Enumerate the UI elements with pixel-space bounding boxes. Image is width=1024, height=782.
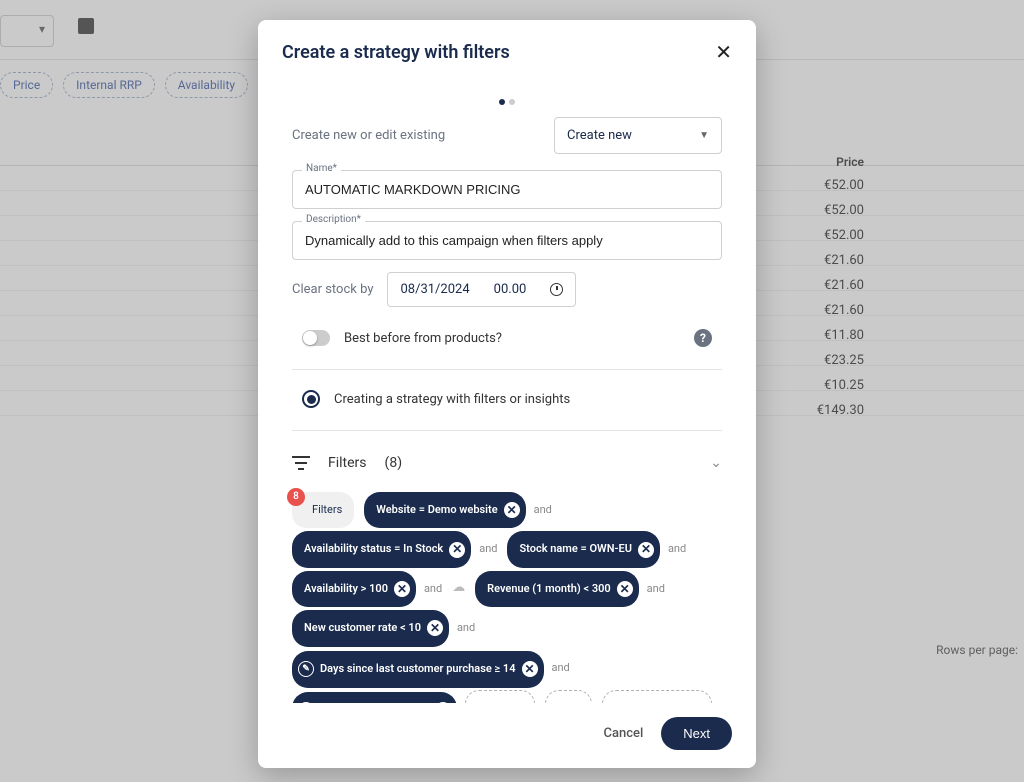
filter-chip-new-customer[interactable]: New customer rate < 10 ✕	[292, 610, 449, 646]
create-or-edit-label: Create new or edit existing	[292, 128, 445, 143]
filter-chip-run-rate[interactable]: ✎ Run rate in days ≥ 120 ✕	[292, 692, 457, 703]
filter-chip-website[interactable]: Website = Demo website ✕	[364, 492, 525, 528]
clear-stock-label: Clear stock by	[292, 282, 373, 297]
and-label: and	[647, 582, 665, 595]
remove-icon[interactable]: ✕	[427, 620, 443, 636]
description-field-label: Description*	[302, 214, 365, 225]
remove-icon[interactable]: ✕	[638, 542, 654, 558]
filter-count-badge: 8	[287, 488, 305, 506]
radio-strategy-label: Creating a strategy with filters or insi…	[334, 392, 570, 407]
and-label: and	[479, 542, 497, 555]
radio-strategy-filters[interactable]	[302, 390, 320, 408]
chevron-down-icon: ⌄	[710, 455, 722, 471]
add-filter-ean[interactable]: EAN	[545, 690, 592, 703]
filters-accordion-toggle[interactable]: Filters (8) ⌄	[292, 445, 722, 481]
filter-chip-revenue[interactable]: Revenue (1 month) < 300 ✕	[475, 571, 639, 607]
chevron-down-icon: ▼	[699, 130, 709, 141]
next-button[interactable]: Next	[661, 717, 732, 750]
filter-chip-stock-name[interactable]: Stock name = OWN-EU ✕	[507, 531, 660, 567]
name-input[interactable]	[292, 170, 722, 209]
filters-count: (8)	[385, 455, 403, 471]
name-field-label: Name*	[302, 163, 341, 174]
best-before-toggle[interactable]	[302, 330, 330, 346]
edit-icon[interactable]: ✎	[298, 661, 314, 677]
clear-stock-datetime[interactable]: 08/31/2024 00.00	[387, 272, 576, 307]
and-label: and	[534, 503, 552, 516]
modal-title: Create a strategy with filters	[282, 42, 510, 63]
create-strategy-modal: Create a strategy with filters ✕ Create …	[258, 20, 756, 768]
cloud-icon: ☁	[452, 572, 465, 603]
filters-title: Filters	[328, 455, 367, 471]
clock-icon	[550, 283, 563, 296]
and-label: and	[457, 621, 475, 634]
remove-icon[interactable]: ✕	[449, 542, 465, 558]
filters-badge-button[interactable]: 8 Filters	[292, 492, 354, 528]
and-label: and	[668, 542, 686, 555]
date-value: 08/31/2024	[400, 282, 469, 297]
add-filter-margin-target[interactable]: Margin target (%)	[602, 690, 712, 703]
best-before-label: Best before from products?	[344, 331, 502, 346]
step-indicator	[258, 72, 756, 117]
time-value: 00.00	[494, 282, 527, 297]
and-label: and	[551, 661, 569, 674]
and-label: and	[424, 582, 442, 595]
filter-chip-days-since[interactable]: ✎ Days since last customer purchase ≥ 14…	[292, 651, 544, 687]
create-new-select[interactable]: Create new ▼	[554, 117, 722, 154]
description-input[interactable]	[292, 221, 722, 260]
close-icon[interactable]: ✕	[715, 40, 732, 64]
filter-chips-area: 8 Filters Website = Demo website ✕ and A…	[292, 481, 722, 703]
select-value: Create new	[567, 128, 632, 143]
filter-chip-availability-status[interactable]: Availability status = In Stock ✕	[292, 531, 471, 567]
remove-icon[interactable]: ✕	[522, 661, 538, 677]
filter-icon	[292, 456, 310, 470]
remove-icon[interactable]: ✕	[394, 581, 410, 597]
remove-icon[interactable]: ✕	[504, 502, 520, 518]
filter-chip-availability-gt[interactable]: Availability > 100 ✕	[292, 571, 416, 607]
add-filter-category[interactable]: Category	[465, 690, 535, 703]
remove-icon[interactable]: ✕	[617, 581, 633, 597]
help-icon[interactable]: ?	[694, 329, 712, 347]
cancel-button[interactable]: Cancel	[603, 726, 643, 741]
